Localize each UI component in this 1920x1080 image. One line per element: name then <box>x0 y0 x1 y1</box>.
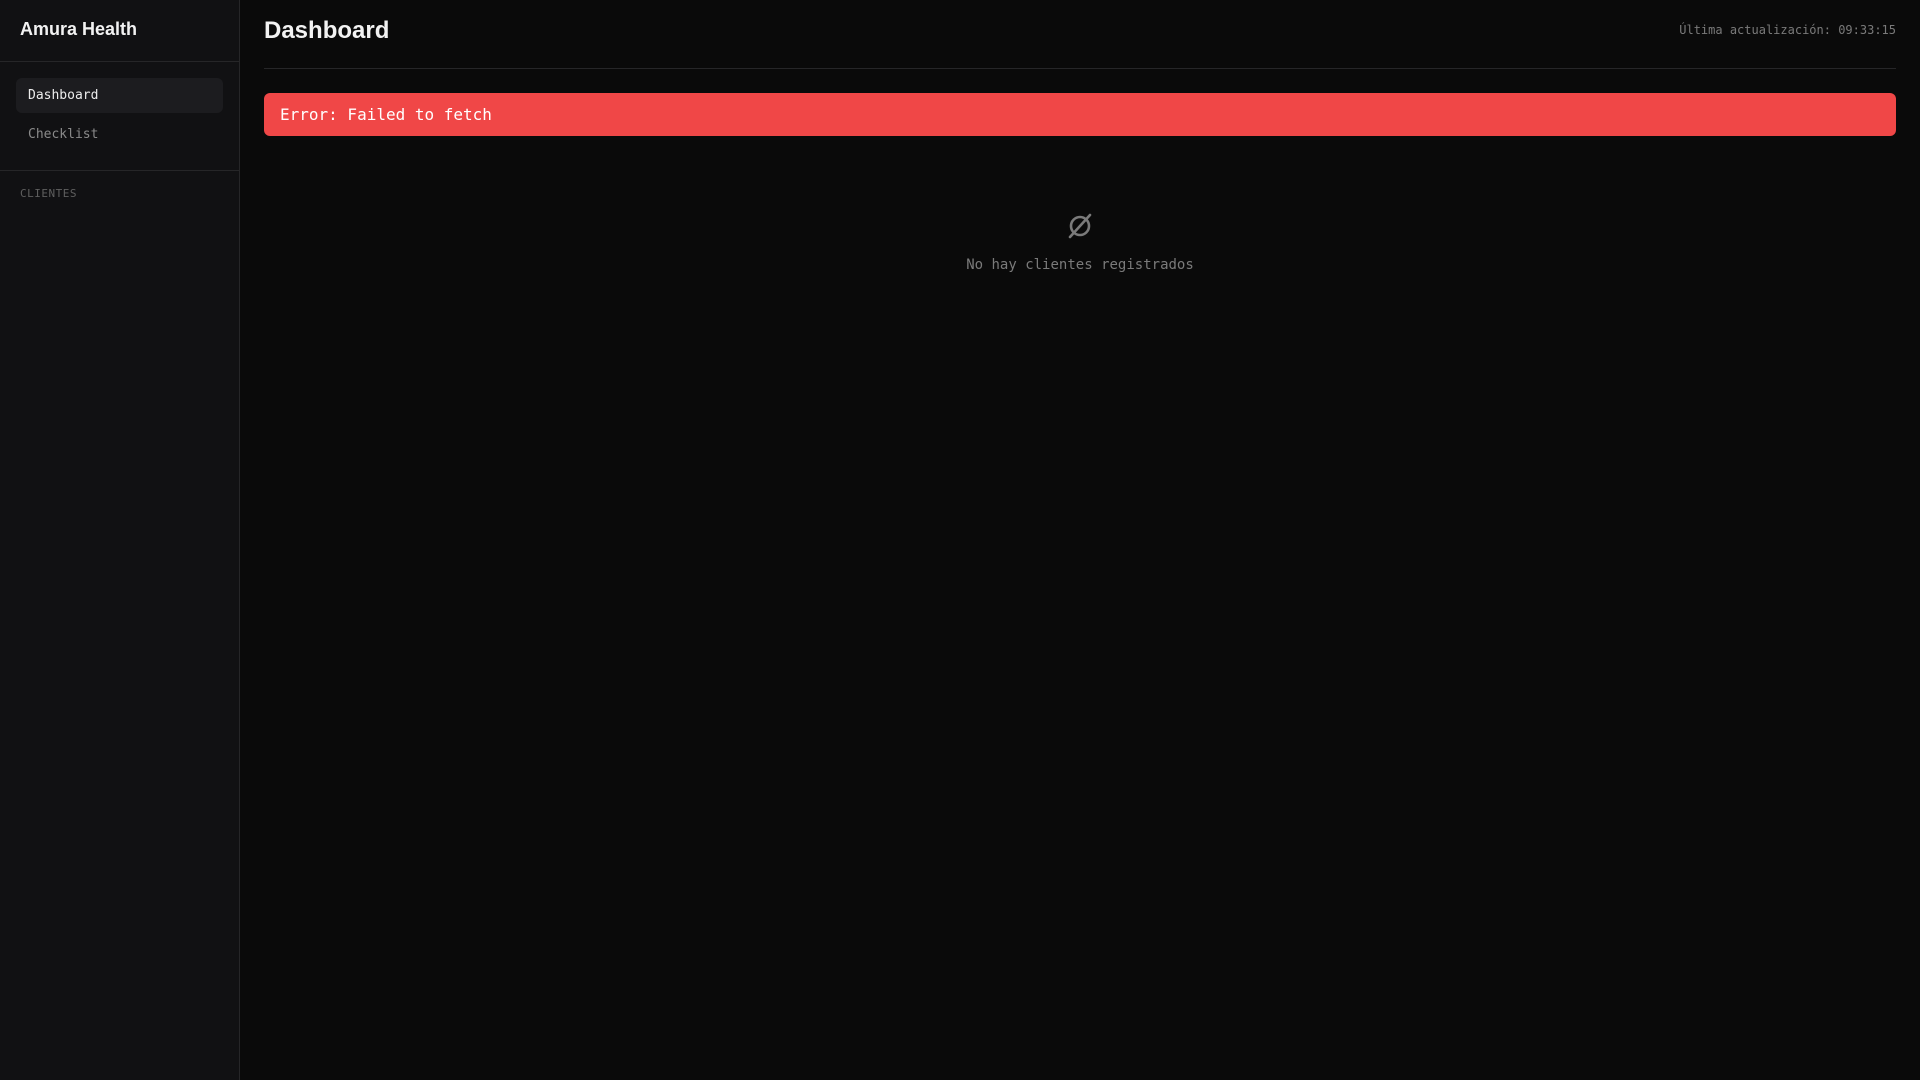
error-banner: Error: Failed to fetch <box>264 93 1896 136</box>
sidebar-item-checklist[interactable]: Checklist <box>16 117 223 152</box>
empty-state-text: No hay clientes registrados <box>966 257 1194 273</box>
sidebar-nav: Dashboard Checklist <box>0 62 239 171</box>
empty-state: No hay clientes registrados <box>264 211 1896 273</box>
app-title: Amura Health <box>0 0 239 62</box>
page-header: Dashboard Última actualización: 09:33:15 <box>264 0 1896 69</box>
clients-section-label: CLIENTES <box>20 187 77 200</box>
empty-set-icon <box>1068 213 1092 239</box>
main-content: Dashboard Última actualización: 09:33:15… <box>240 0 1920 1080</box>
last-update-timestamp: Última actualización: 09:33:15 <box>1679 23 1896 37</box>
app-root: Amura Health Dashboard Checklist CLIENTE… <box>0 0 1920 1080</box>
sidebar: Amura Health Dashboard Checklist CLIENTE… <box>0 0 240 1080</box>
page-title: Dashboard <box>264 17 390 44</box>
sidebar-item-dashboard[interactable]: Dashboard <box>16 78 223 113</box>
